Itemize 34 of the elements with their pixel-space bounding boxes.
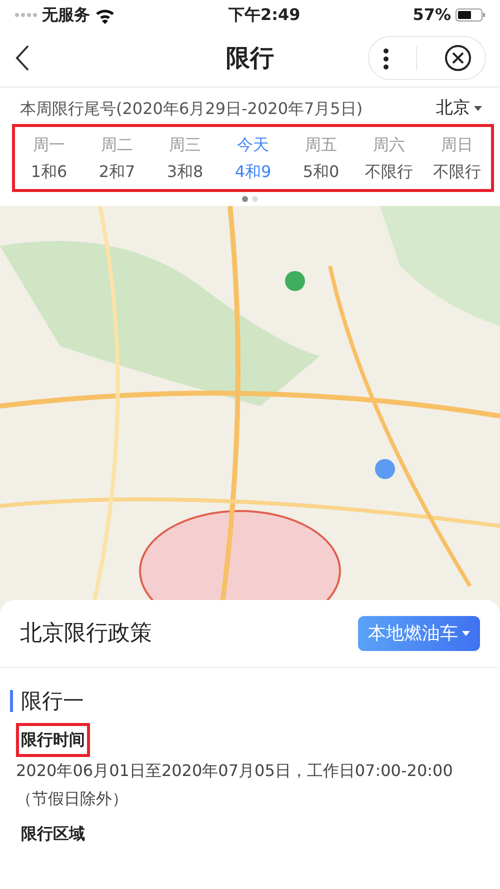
policy-title: 北京限行政策: [20, 620, 152, 648]
plate-numbers: 3和8: [166, 160, 204, 182]
plate-numbers: 2和7: [98, 160, 136, 182]
day-label: 周一: [32, 134, 66, 156]
day-label: 周日: [440, 134, 474, 156]
city-selector[interactable]: 北京: [436, 96, 482, 122]
day-label: 周六: [372, 134, 406, 156]
day-label: 周三: [168, 134, 202, 156]
plate-numbers: 4和9: [234, 160, 272, 182]
section-marker: [10, 690, 13, 712]
day-label: 周二: [100, 134, 134, 156]
field-label: 限行区域: [20, 823, 86, 845]
signal-icon: [14, 10, 38, 20]
battery-percent: 57%: [412, 4, 451, 26]
battery-icon: [455, 8, 486, 22]
plate-numbers: 5和0: [302, 160, 340, 182]
field-value: 2020年06月01日至2020年07月05日，工作日07:00-20:00（节假日除外）: [16, 760, 454, 810]
day-label: 周五: [304, 134, 338, 156]
section-title: 限行一: [21, 688, 84, 714]
carrier-label: 无服务: [42, 4, 90, 26]
dropdown-icon: [474, 106, 482, 112]
plate-numbers: 不限行: [432, 160, 482, 182]
plate-numbers: 1和6: [30, 160, 68, 182]
close-button[interactable]: [444, 44, 472, 72]
more-icon: [382, 48, 388, 70]
dropdown-icon: [462, 630, 470, 636]
day-label: 今天: [236, 134, 270, 156]
week-range-title: 本周限行尾号(2020年6月29日-2020年7月5日): [20, 98, 363, 120]
close-icon: [444, 44, 472, 72]
more-button[interactable]: [382, 46, 388, 70]
plate-numbers: 不限行: [364, 160, 414, 182]
field-label: 限行时间: [16, 723, 90, 757]
page-title: 限行: [226, 43, 274, 74]
status-time: 下午2:49: [227, 4, 302, 26]
